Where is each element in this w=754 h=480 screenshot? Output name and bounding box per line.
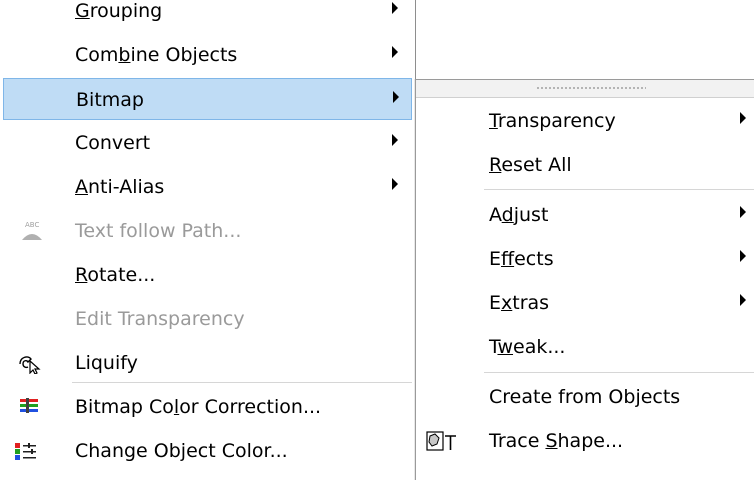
- submenu-item-trace-shape[interactable]: Trace Shape...: [419, 420, 754, 462]
- menu-item-text-follow-path[interactable]: ABC Text follow Path...: [3, 210, 412, 252]
- menu-item-rotate[interactable]: Rotate...: [3, 254, 412, 296]
- submenu-tear-off-handle[interactable]: [416, 80, 754, 98]
- color-correction-icon: [20, 398, 38, 413]
- menu-item-label: Transparency: [489, 110, 616, 132]
- menu-item-label: Effects: [489, 248, 554, 270]
- submenu-arrow-icon: [392, 46, 398, 58]
- submenu-item-extras[interactable]: Extras: [419, 282, 754, 324]
- menu-item-label: Convert: [75, 132, 151, 154]
- menu-separator: [72, 382, 412, 383]
- liquify-icon: [19, 356, 41, 374]
- menu-item-anti-alias[interactable]: Anti-Alias: [3, 166, 412, 208]
- menu-item-label: Extras: [489, 292, 550, 314]
- menu-separator: [484, 372, 754, 373]
- menu-item-convert[interactable]: Convert: [3, 122, 412, 164]
- submenu-arrow-icon: [392, 178, 398, 190]
- menu-item-label: Anti-Alias: [75, 176, 165, 198]
- menu-item-combine-objects[interactable]: Combine Objects: [3, 34, 412, 76]
- submenu-item-create-from-objects[interactable]: Create from Objects: [419, 376, 754, 418]
- menu-item-label: Create from Objects: [489, 386, 681, 408]
- menu-item-label: Reset All: [489, 154, 572, 176]
- submenu-arrow-icon: [392, 134, 398, 146]
- submenu-item-adjust[interactable]: Adjust: [419, 194, 754, 236]
- menu-item-bitmap[interactable]: Bitmap: [3, 78, 412, 120]
- menu-item-change-object-color[interactable]: Change Object Color...: [3, 430, 412, 472]
- menu-item-label: Tweak...: [489, 336, 566, 358]
- submenu-arrow-icon: [740, 112, 746, 124]
- submenu-item-transparency[interactable]: Transparency: [419, 100, 754, 142]
- submenu-item-reset-all[interactable]: Reset All: [419, 144, 754, 186]
- submenu-arrow-icon: [740, 250, 746, 262]
- bitmap-submenu: Transparency Reset All Adjust Effects Ex…: [415, 79, 754, 480]
- menu-item-label: Text follow Path...: [75, 220, 242, 242]
- text-on-path-icon: ABC: [22, 221, 42, 240]
- menu-item-label: Trace Shape...: [489, 430, 624, 452]
- menu-separator: [484, 189, 754, 190]
- menu-item-label: Adjust: [489, 204, 549, 226]
- menu-item-label: Change Object Color...: [75, 440, 288, 462]
- menu-item-label: Bitmap: [76, 89, 144, 111]
- menu-item-label: Rotate...: [75, 264, 156, 286]
- svg-text:ABC: ABC: [25, 221, 39, 229]
- menu-item-edit-transparency[interactable]: Edit Transparency: [3, 298, 412, 340]
- submenu-item-effects[interactable]: Effects: [419, 238, 754, 280]
- submenu-arrow-icon: [392, 2, 398, 14]
- context-menu: Grouping Combine Objects Bitmap Convert …: [0, 0, 416, 480]
- submenu-arrow-icon: [740, 294, 746, 306]
- submenu-arrow-icon: [393, 91, 399, 103]
- trace-shape-icon: [426, 431, 456, 451]
- menu-item-grouping[interactable]: Grouping: [3, 0, 412, 32]
- menu-item-label: Combine Objects: [75, 44, 238, 66]
- submenu-arrow-icon: [740, 206, 746, 218]
- menu-item-label: Edit Transparency: [75, 308, 245, 330]
- menu-item-label: Bitmap Color Correction...: [75, 396, 322, 418]
- submenu-item-tweak[interactable]: Tweak...: [419, 326, 754, 368]
- menu-item-bitmap-color-correction[interactable]: Bitmap Color Correction...: [3, 386, 412, 428]
- menu-item-liquify[interactable]: Liquify: [3, 342, 412, 384]
- change-color-icon: [15, 443, 36, 460]
- menu-item-label: Liquify: [75, 352, 138, 374]
- menu-item-label: Grouping: [75, 0, 163, 22]
